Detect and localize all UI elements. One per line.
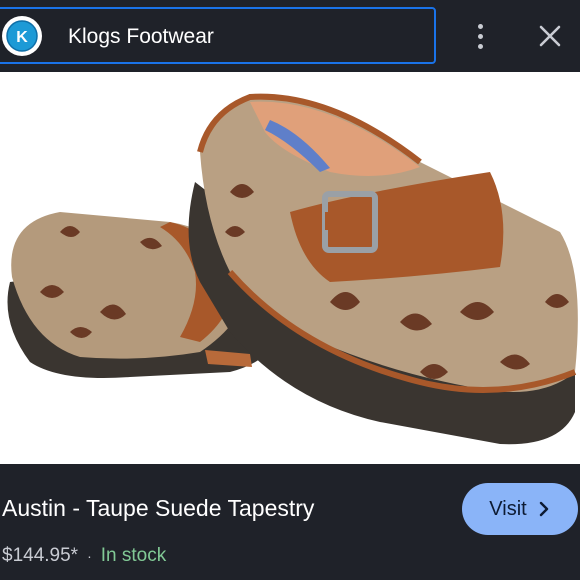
site-chip[interactable]: K Klogs Footwear xyxy=(0,7,436,64)
close-icon[interactable] xyxy=(536,22,564,50)
product-title: Austin - Taupe Suede Tapestry xyxy=(2,495,315,521)
site-title: Klogs Footwear xyxy=(68,25,214,48)
product-image[interactable] xyxy=(0,72,580,464)
separator-dot: · xyxy=(87,548,92,564)
svg-text:K: K xyxy=(16,29,28,46)
clog-shoes-image xyxy=(7,93,578,445)
visit-button-label: Visit xyxy=(489,497,527,520)
chevron-right-icon xyxy=(539,501,548,517)
top-bar: K Klogs Footwear xyxy=(0,0,580,72)
site-logo: K xyxy=(2,16,42,56)
availability-status: In stock xyxy=(100,545,167,566)
klogs-logo-icon: K xyxy=(6,20,38,52)
price: $144.95* xyxy=(2,545,79,566)
price-row: $144.95* · In stock xyxy=(2,544,166,568)
visit-button[interactable]: Visit xyxy=(462,483,578,535)
more-vert-icon[interactable] xyxy=(468,20,492,52)
